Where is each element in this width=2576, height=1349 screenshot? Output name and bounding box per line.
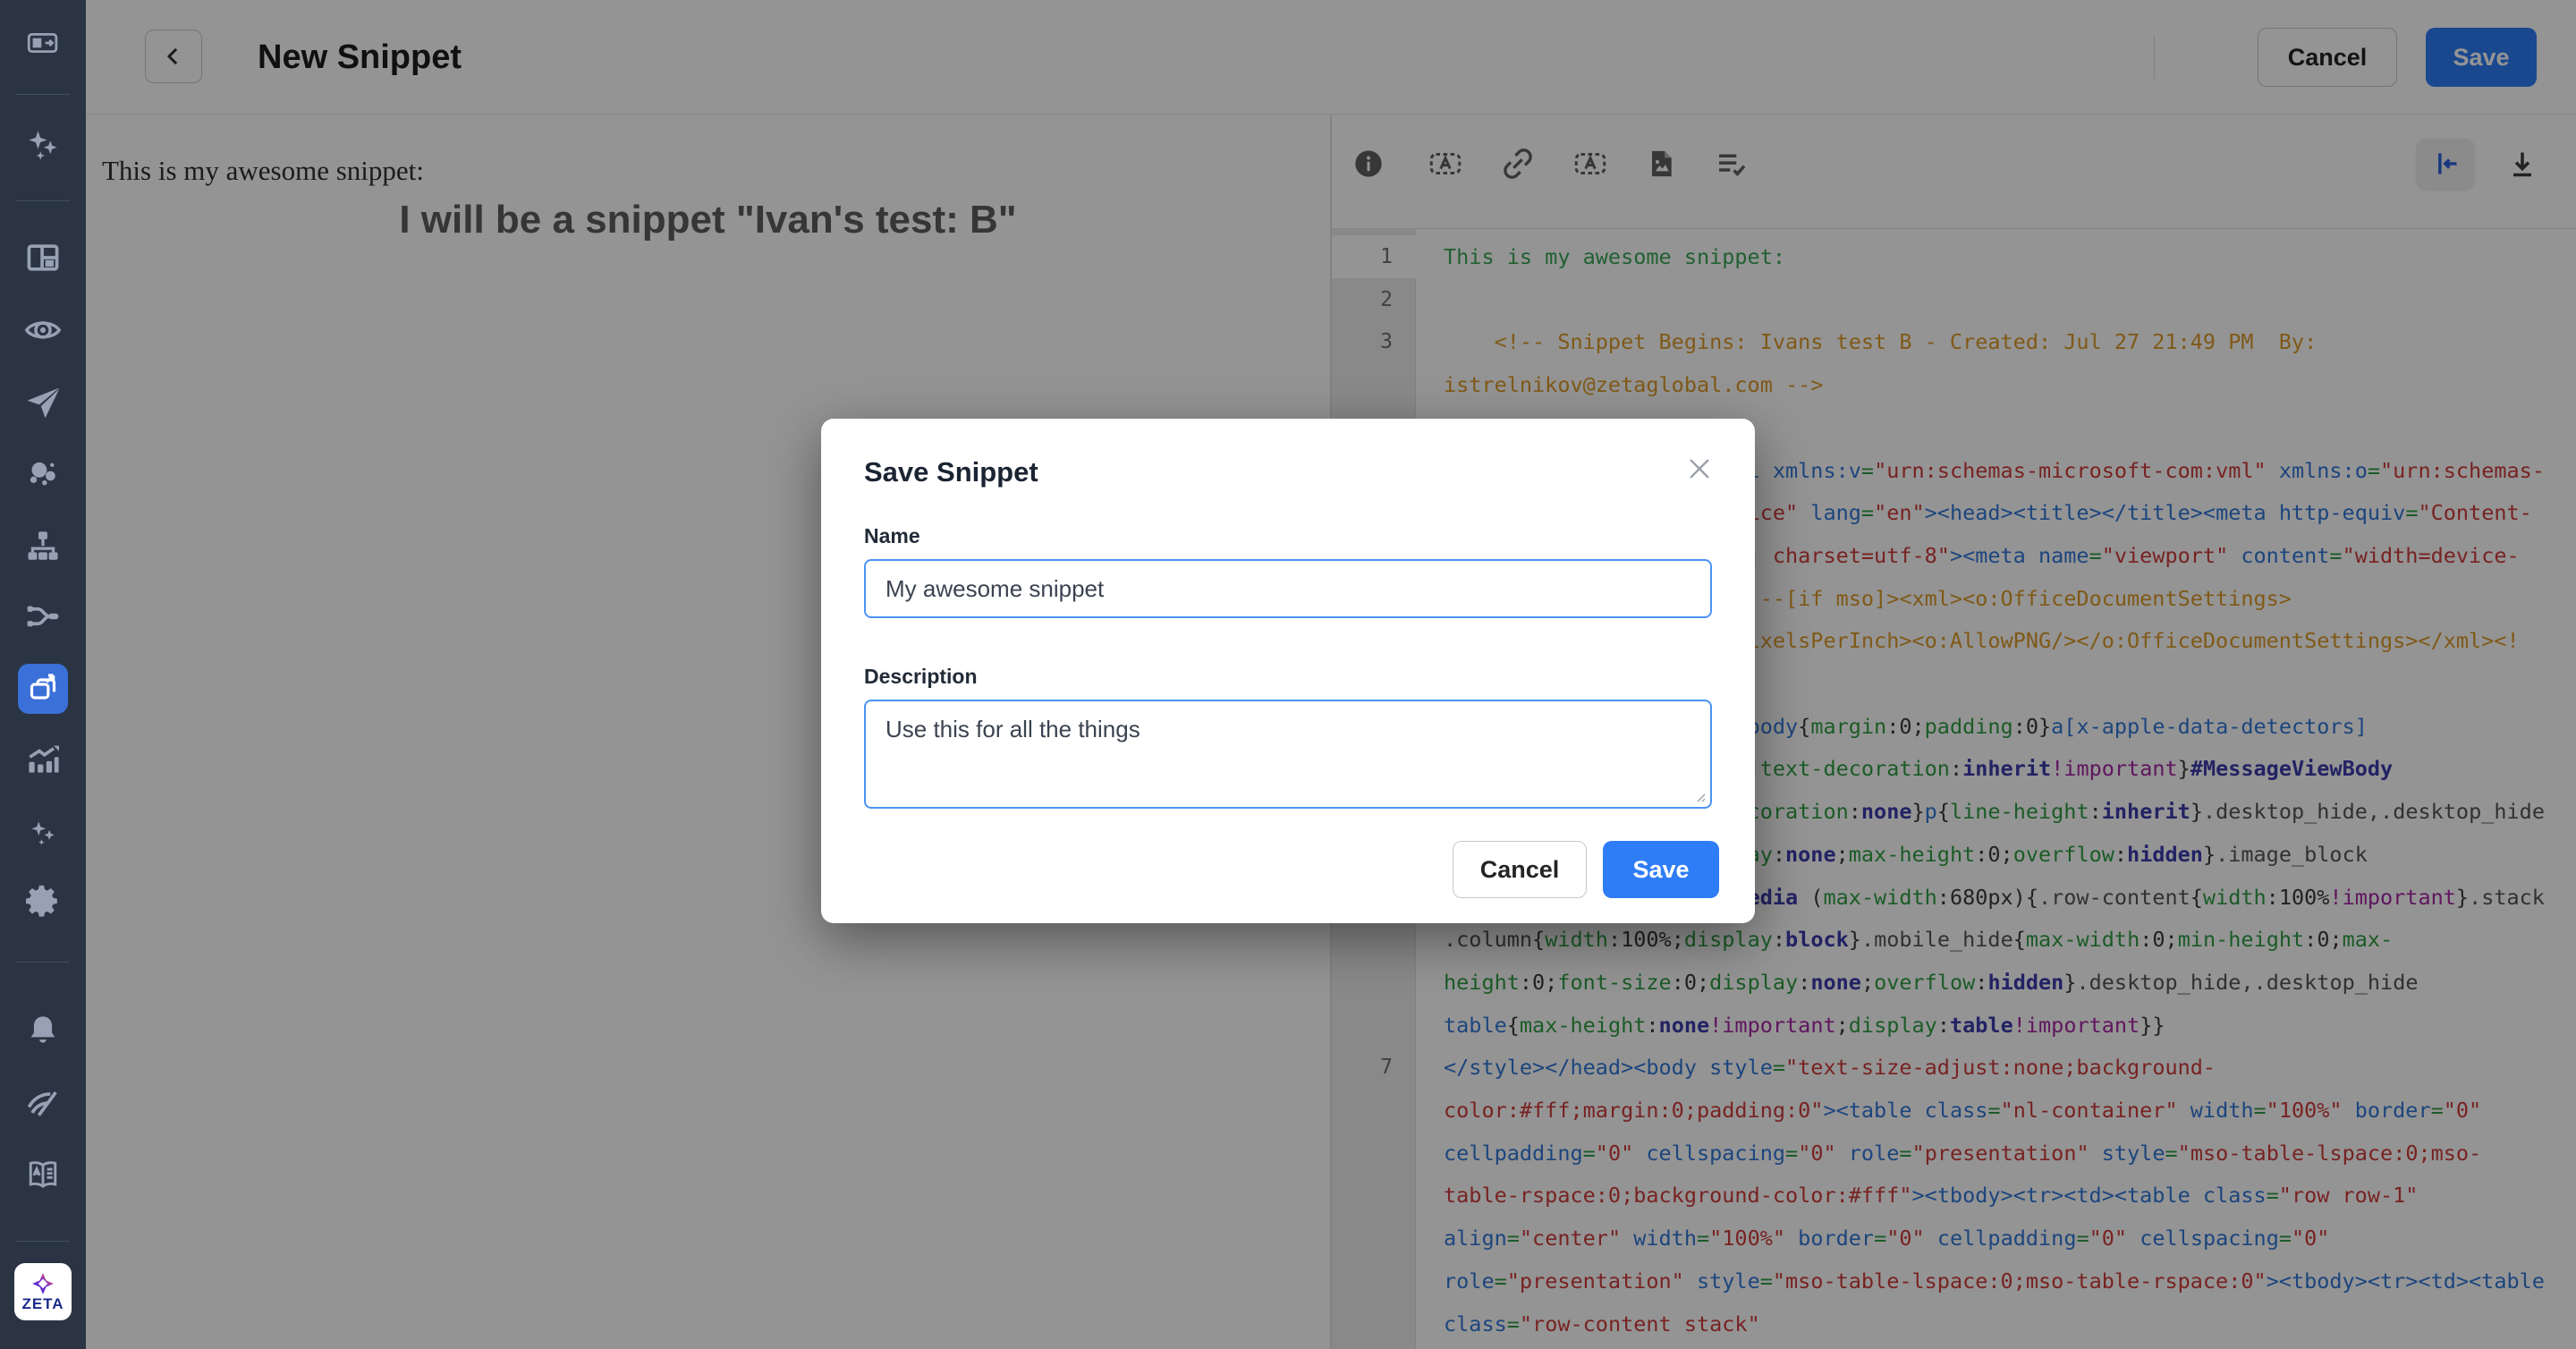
hierarchy-icon[interactable] [0,521,86,571]
modal-save-button[interactable]: Save [1603,841,1719,898]
zeta-logo[interactable]: ZETA [14,1263,72,1320]
speed-icon[interactable] [0,1078,86,1128]
close-icon[interactable] [1683,453,1716,485]
bell-icon[interactable] [0,1005,86,1056]
sidebar-divider [16,200,70,201]
description-label: Description [864,665,1712,689]
modal-title: Save Snippet [864,456,1712,488]
bubbles-icon[interactable] [0,448,86,498]
save-snippet-modal: Save Snippet Name Description Use this f… [821,419,1755,923]
send-icon[interactable] [0,378,86,428]
description-textarea[interactable]: Use this for all the things [864,700,1712,809]
name-label: Name [864,524,1712,548]
modal-cancel-button[interactable]: Cancel [1453,841,1587,898]
sidebar-divider [16,1241,70,1242]
journey-flow-icon[interactable] [0,591,86,641]
knowledge-book-icon[interactable] [0,1150,86,1200]
analytics-icon[interactable] [0,734,86,785]
sidebar: ZETA [0,0,86,1349]
audience-target-icon[interactable] [0,305,86,355]
sidebar-divider [16,962,70,963]
name-input[interactable] [864,559,1712,618]
sparkles-small-icon[interactable] [0,808,86,858]
zeta-logo-text: ZETA [21,1296,64,1311]
dashboard-icon[interactable] [0,233,86,283]
sidebar-divider [16,94,70,95]
sparkles-icon[interactable] [0,120,86,170]
gear-icon[interactable] [0,877,86,927]
snippets-icon-active[interactable] [18,664,68,714]
collapse-sidebar-icon[interactable] [0,18,86,68]
zeta-diamond-icon [31,1272,55,1295]
